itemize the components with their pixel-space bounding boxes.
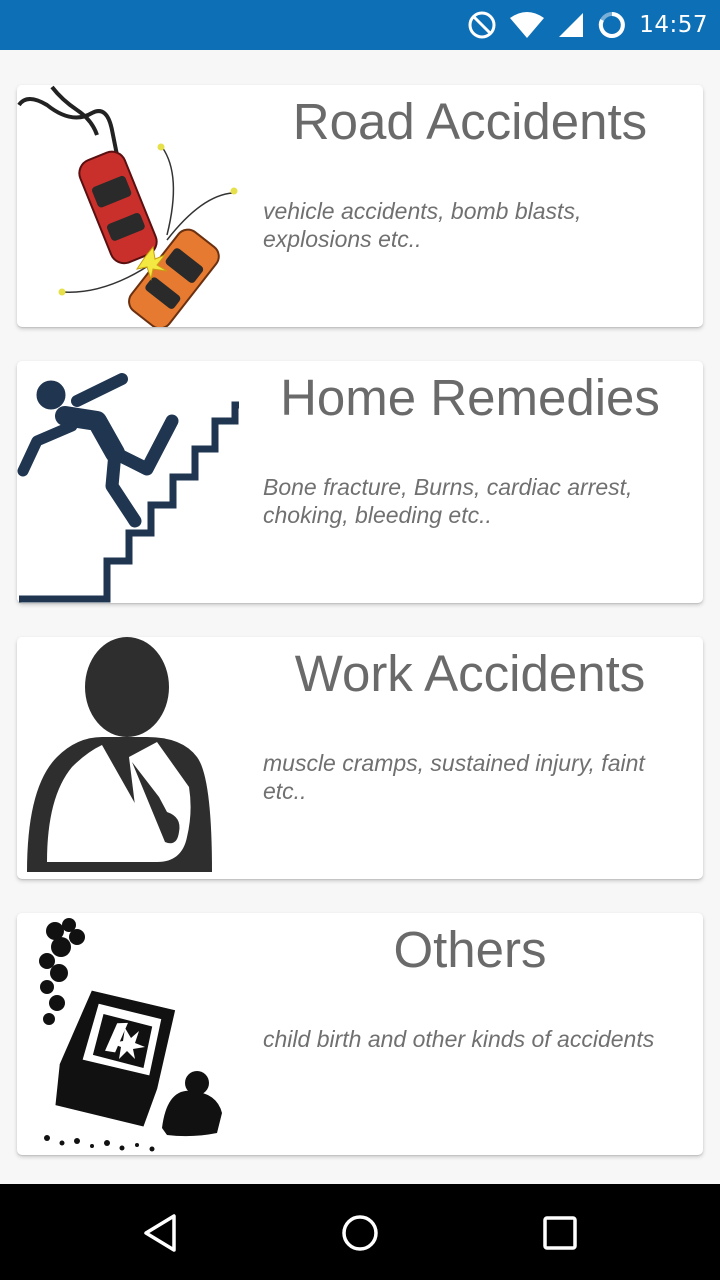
home-button[interactable] <box>335 1208 385 1258</box>
status-bar: 14:57 <box>0 0 720 50</box>
card-home-remedies[interactable]: Home Remedies Bone fracture, Burns, card… <box>17 361 703 603</box>
card-title: Others <box>393 921 547 978</box>
card-road-accidents[interactable]: Road Accidents vehicle accidents, bomb b… <box>17 85 703 327</box>
car-crash-icon <box>17 85 238 327</box>
card-title: Road Accidents <box>292 93 648 150</box>
card-title: Home Remedies <box>280 369 660 426</box>
navigation-bar <box>0 1184 720 1280</box>
back-icon <box>144 1214 176 1252</box>
card-description: child birth and other kinds of accidents <box>263 1026 655 1052</box>
card-description: Bone fracture, Burns, cardiac arrest, ch… <box>263 474 633 528</box>
category-list: Road Accidents vehicle accidents, bomb b… <box>0 50 720 1184</box>
card-title: Work Accidents <box>294 645 646 702</box>
wifi-icon <box>510 12 545 38</box>
do-not-disturb-icon <box>468 11 496 39</box>
cell-signal-icon <box>559 13 584 37</box>
card-others[interactable]: Others child birth and other kinds of ac… <box>17 913 703 1155</box>
overturned-car-icon <box>39 918 222 1152</box>
recents-icon <box>543 1216 577 1250</box>
card-description: muscle cramps, sustained injury, faint e… <box>263 750 645 804</box>
battery-charging-icon <box>599 12 626 38</box>
card-work-accidents[interactable]: Work Accidents muscle cramps, sustained … <box>17 637 703 879</box>
recents-button[interactable] <box>535 1208 585 1258</box>
card-description: vehicle accidents, bomb blasts, explosio… <box>263 198 582 252</box>
status-time: 14:57 <box>639 12 708 38</box>
back-button[interactable] <box>135 1208 185 1258</box>
status-icons: 14:57 <box>467 0 708 50</box>
injured-arm-sling-icon <box>27 637 212 872</box>
person-falling-stairs-icon <box>17 373 239 603</box>
home-icon <box>342 1215 378 1251</box>
